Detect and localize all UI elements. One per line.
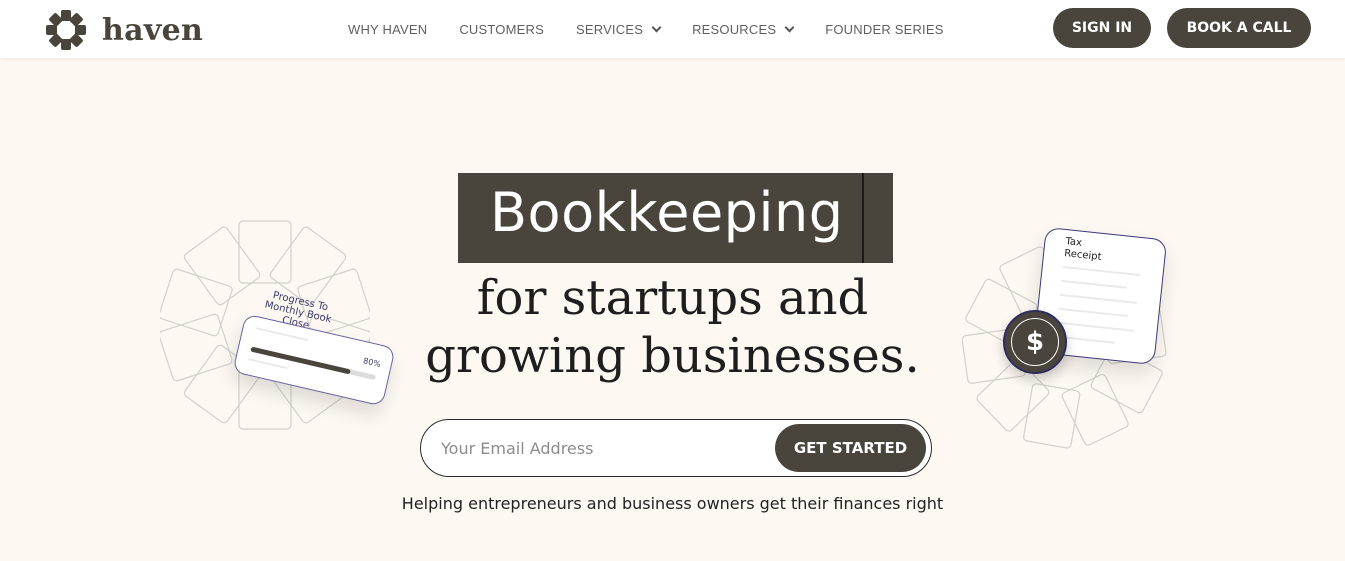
headline-highlight-box: Bookkeeping [458,173,893,263]
nav-item-customers[interactable]: CUSTOMERS [459,22,544,37]
receipt-title-line: Receipt [1063,248,1102,263]
chevron-down-icon [651,22,662,32]
flower-logo-icon [44,9,88,51]
chevron-down-icon [784,22,795,32]
nav-item-label: RESOURCES [692,21,777,37]
main-menu: WHY HAVEN CUSTOMERS SERVICES RESOURCES F… [348,0,976,58]
headline-highlight: Bookkeeping [490,181,844,244]
nav-item-label: SERVICES [575,21,644,37]
nav-item-why-haven[interactable]: WHY HAVEN [348,22,427,37]
email-signup-form: GET STARTED [420,419,932,477]
brand-name: haven [102,12,204,48]
receipt-title: Tax Receipt [1064,236,1104,264]
nav-item-label: CUSTOMERS [459,21,544,37]
hero-tagline: Helping entrepreneurs and business owner… [401,494,944,513]
top-navigation: haven WHY HAVEN CUSTOMERS SERVICES RESOU… [0,0,1345,58]
nav-item-label: FOUNDER SERIES [825,21,944,37]
headline-line-1: for startups and [476,270,869,326]
nav-item-services[interactable]: SERVICES [575,21,662,37]
headline-line-2: growing businesses. [425,328,920,384]
sign-in-button[interactable]: SIGN IN [1053,8,1151,48]
email-input[interactable] [441,432,771,464]
nav-item-label: WHY HAVEN [348,21,428,37]
typing-cursor [862,173,864,263]
book-a-call-button[interactable]: BOOK A CALL [1167,8,1311,48]
nav-item-founder-series[interactable]: FOUNDER SERIES [825,22,943,37]
logo[interactable]: haven [44,9,203,51]
get-started-button[interactable]: GET STARTED [775,424,926,472]
nav-item-resources[interactable]: RESOURCES [692,21,795,37]
